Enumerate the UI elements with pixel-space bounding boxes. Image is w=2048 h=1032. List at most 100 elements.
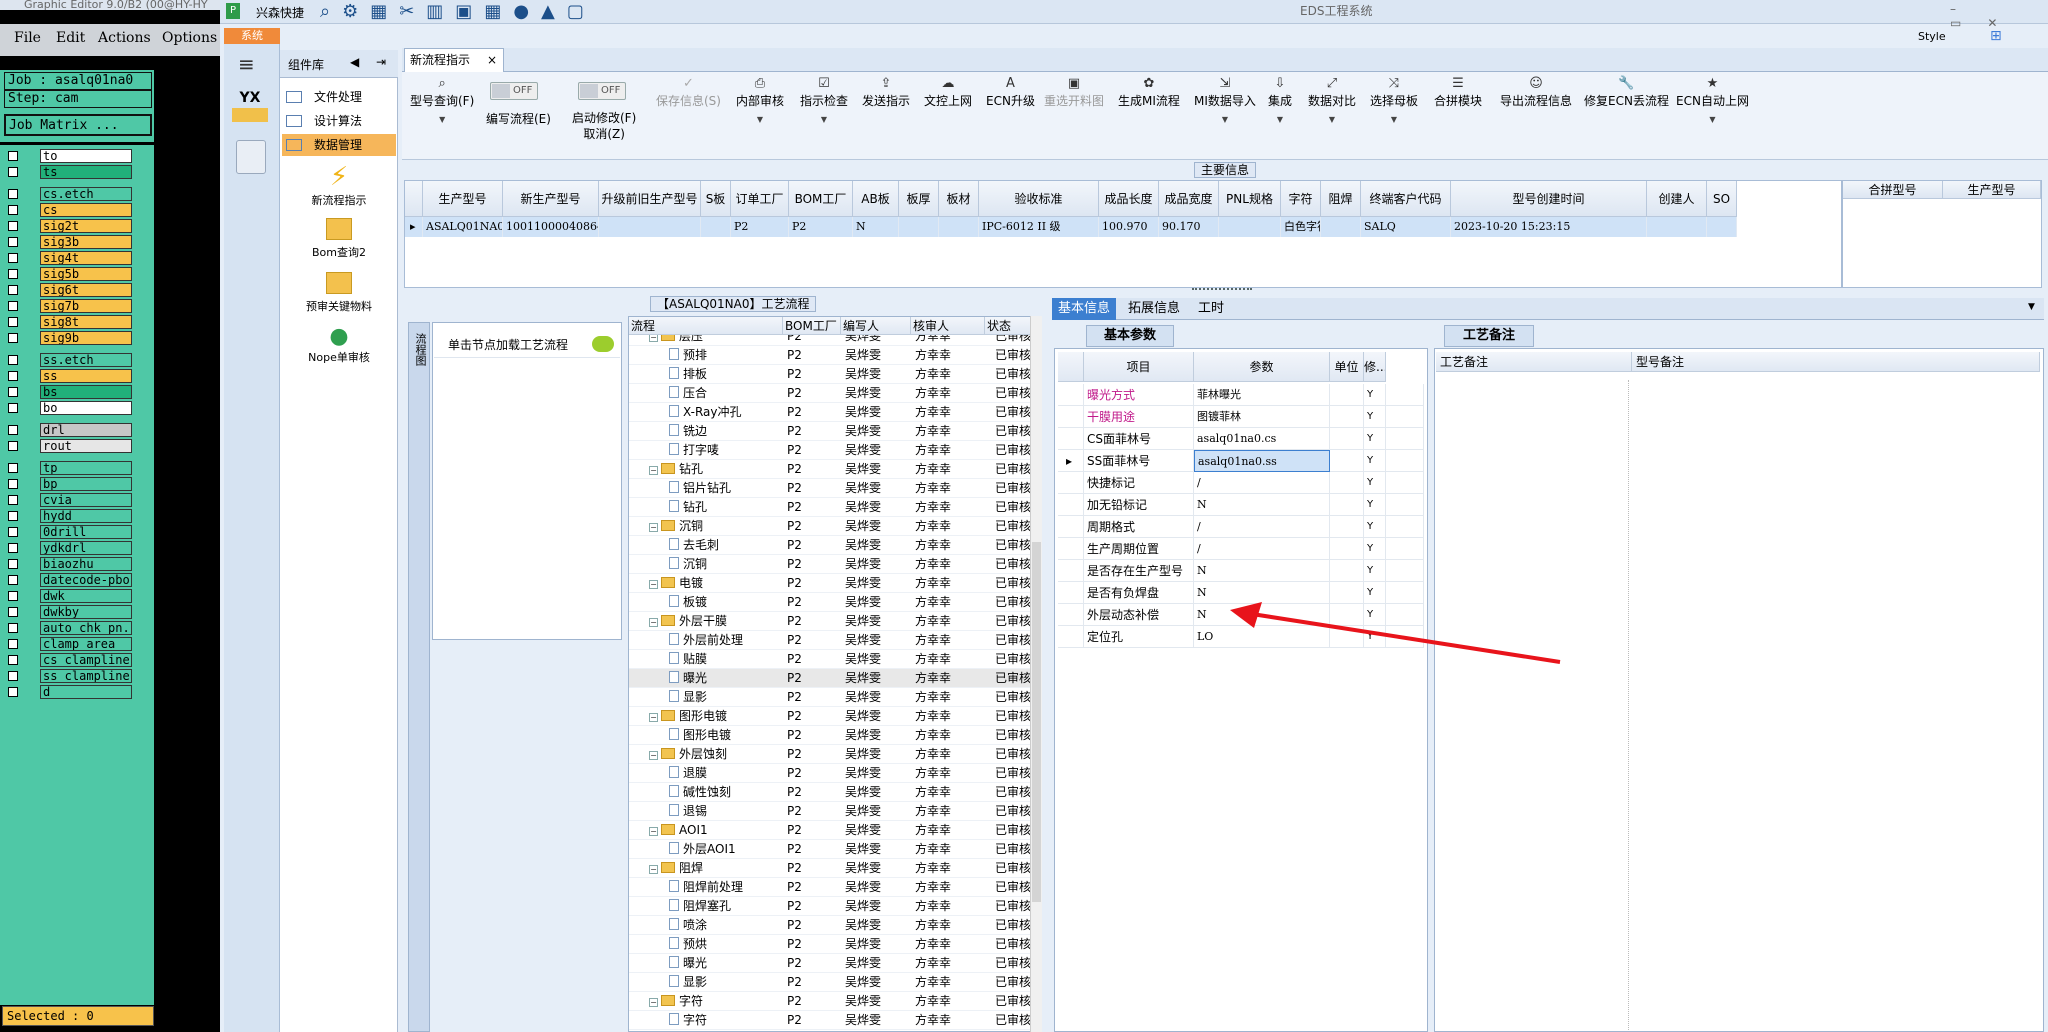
layer-row[interactable]: ts xyxy=(8,165,132,179)
write-flow-toggle[interactable]: OFF xyxy=(490,82,538,100)
layer-checkbox[interactable] xyxy=(8,371,18,381)
layer-row[interactable]: bo xyxy=(8,401,132,415)
expand-toggle-icon[interactable]: − xyxy=(649,580,658,589)
tree-node[interactable]: 碱性蚀刻 xyxy=(669,783,783,802)
layer-row[interactable]: cvia xyxy=(8,493,132,507)
toolbar-button[interactable]: ★ ECN自动上网 ▼ xyxy=(1676,76,1749,124)
tree-node[interactable]: − AOI1 xyxy=(649,821,783,840)
layer-checkbox[interactable] xyxy=(8,687,18,697)
tree-row[interactable]: − 图形电镀 P2 吴烨雯 方幸幸 已审核 xyxy=(629,707,1033,726)
column-header[interactable]: 终端客户代码 xyxy=(1361,181,1451,217)
dropdown-icon[interactable]: ▼ xyxy=(2028,302,2035,312)
layer-checkbox[interactable] xyxy=(8,575,18,585)
column-header[interactable]: 板材 xyxy=(939,181,979,217)
menu-file[interactable]: File xyxy=(14,30,41,46)
tree-row[interactable]: 退膜 P2 吴烨雯 方幸幸 已审核 xyxy=(629,764,1033,783)
tree-row[interactable]: 预烘 P2 吴烨雯 方幸幸 已审核 xyxy=(629,935,1033,954)
expand-toggle-icon[interactable]: − xyxy=(649,713,658,722)
tree-row[interactable]: 外层前处理 P2 吴烨雯 方幸幸 已审核 xyxy=(629,631,1033,650)
tree-row[interactable]: 曝光 P2 吴烨雯 方幸幸 已审核 xyxy=(629,954,1033,973)
tree-node[interactable]: − 阻焊 xyxy=(649,859,783,878)
row-indicator[interactable] xyxy=(1058,560,1084,582)
column-header[interactable]: BOM工厂 xyxy=(789,181,853,217)
layer-row[interactable]: ss_clampline xyxy=(8,669,132,683)
layer-checkbox[interactable] xyxy=(8,167,18,177)
layer-checkbox[interactable] xyxy=(8,479,18,489)
splitter-grip[interactable] xyxy=(1192,288,1252,294)
tree-node[interactable]: 曝光 xyxy=(669,669,783,688)
tree-row[interactable]: − 外层蚀刻 P2 吴烨雯 方幸幸 已审核 xyxy=(629,745,1033,764)
layer-checkbox[interactable] xyxy=(8,559,18,569)
layer-row[interactable]: cs xyxy=(8,203,132,217)
tree-row[interactable]: 退锡 P2 吴烨雯 方幸幸 已审核 xyxy=(629,802,1033,821)
window-controls[interactable]: –▭✕ xyxy=(1950,2,2048,30)
expand-toggle-icon[interactable]: − xyxy=(649,618,658,627)
toolbar-button[interactable]: 🔧 修复ECN丢流程 xyxy=(1584,76,1669,109)
layer-checkbox[interactable] xyxy=(8,301,18,311)
row-indicator[interactable] xyxy=(1058,516,1084,538)
pin-icon[interactable]: ⇥ xyxy=(376,55,386,69)
style-label[interactable]: Style xyxy=(1918,30,1946,43)
layer-checkbox[interactable] xyxy=(8,151,18,161)
big-item-new-flow[interactable]: ⚡ 新流程指示 xyxy=(280,162,398,208)
tree-column-header[interactable]: 编写人 xyxy=(841,317,911,335)
tab-new-flow[interactable]: 新流程指示 × xyxy=(404,48,504,72)
row-indicator[interactable]: ▸ xyxy=(405,217,423,237)
param-column-header[interactable]: 项目 xyxy=(1084,352,1194,382)
close-icon[interactable]: × xyxy=(487,49,497,71)
tree-node[interactable]: 外层前处理 xyxy=(669,631,783,650)
tree-column-header[interactable]: 状态 xyxy=(985,317,1035,335)
toolbar-button[interactable]: ⤨ 选择母板 ▼ xyxy=(1370,76,1418,124)
calculator-icon[interactable] xyxy=(236,140,266,174)
row-indicator[interactable] xyxy=(1058,472,1084,494)
param-value[interactable]: / xyxy=(1194,472,1330,494)
menu-icon[interactable]: ≡ xyxy=(238,52,255,76)
comp-item-algorithm[interactable]: 设计算法 xyxy=(282,110,396,132)
row-indicator[interactable] xyxy=(1058,384,1084,406)
menu-actions[interactable]: Actions xyxy=(98,30,151,46)
expand-toggle-icon[interactable]: − xyxy=(649,865,658,874)
start-modify-toggle[interactable]: OFF xyxy=(578,82,626,100)
column-header[interactable]: AB板 xyxy=(853,181,899,217)
tree-row[interactable]: 铣边 P2 吴烨雯 方幸幸 已审核 xyxy=(629,422,1033,441)
column-header[interactable]: 型号创建时间 xyxy=(1451,181,1647,217)
tree-row[interactable]: − AOI1 P2 吴烨雯 方幸幸 已审核 xyxy=(629,821,1033,840)
layer-row[interactable]: rout xyxy=(8,439,132,453)
tree-node[interactable]: 打字唛 xyxy=(669,441,783,460)
row-indicator[interactable] xyxy=(1058,604,1084,626)
layer-checkbox[interactable] xyxy=(8,441,18,451)
layer-row[interactable]: sig2t xyxy=(8,219,132,233)
row-indicator[interactable]: ▸ xyxy=(1058,450,1084,472)
tree-row[interactable]: X-Ray冲孔 P2 吴烨雯 方幸幸 已审核 xyxy=(629,403,1033,422)
tree-node[interactable]: 显影 xyxy=(669,973,783,992)
tree-node[interactable]: − 外层蚀刻 xyxy=(649,745,783,764)
layer-checkbox[interactable] xyxy=(8,639,18,649)
tab-basic-params[interactable]: 基本参数 xyxy=(1086,325,1174,347)
toolbar-button[interactable]: ⇪ 发送指示 xyxy=(862,76,910,109)
row-indicator[interactable] xyxy=(1058,494,1084,516)
grid-cell[interactable] xyxy=(939,217,979,237)
tree-node[interactable]: 铝片钻孔 xyxy=(669,479,783,498)
tree-column-header[interactable]: 流程 xyxy=(629,317,783,335)
column-header[interactable]: S板 xyxy=(701,181,731,217)
column-header[interactable]: 验收标准 xyxy=(979,181,1099,217)
tree-row[interactable]: 贴膜 P2 吴烨雯 方幸幸 已审核 xyxy=(629,650,1033,669)
grid-cell[interactable]: 2023-10-20 15:23:15 xyxy=(1451,217,1647,237)
param-value[interactable]: 菲林曝光 xyxy=(1194,384,1330,406)
tree-node[interactable]: 退膜 xyxy=(669,764,783,783)
layer-row[interactable]: datecode-pbo xyxy=(8,573,132,587)
tree-row[interactable]: 铝片钻孔 P2 吴烨雯 方幸幸 已审核 xyxy=(629,479,1033,498)
layer-checkbox[interactable] xyxy=(8,495,18,505)
layer-checkbox[interactable] xyxy=(8,269,18,279)
grid-cell[interactable]: 10011000040864 xyxy=(503,217,599,237)
tree-column-header[interactable]: BOM工厂 xyxy=(783,317,841,335)
layer-checkbox[interactable] xyxy=(8,623,18,633)
layer-checkbox[interactable] xyxy=(8,527,18,537)
tree-row[interactable]: 沉铜 P2 吴烨雯 方幸幸 已审核 xyxy=(629,555,1033,574)
layer-row[interactable]: sig4t xyxy=(8,251,132,265)
tree-row[interactable]: − 阻焊 P2 吴烨雯 方幸幸 已审核 xyxy=(629,859,1033,878)
param-row[interactable]: 周期格式 / Y xyxy=(1058,516,1424,538)
param-value[interactable]: asalq01na0.cs xyxy=(1194,428,1330,450)
layer-checkbox[interactable] xyxy=(8,655,18,665)
param-row[interactable]: 干膜用途 图镀菲林 Y xyxy=(1058,406,1424,428)
